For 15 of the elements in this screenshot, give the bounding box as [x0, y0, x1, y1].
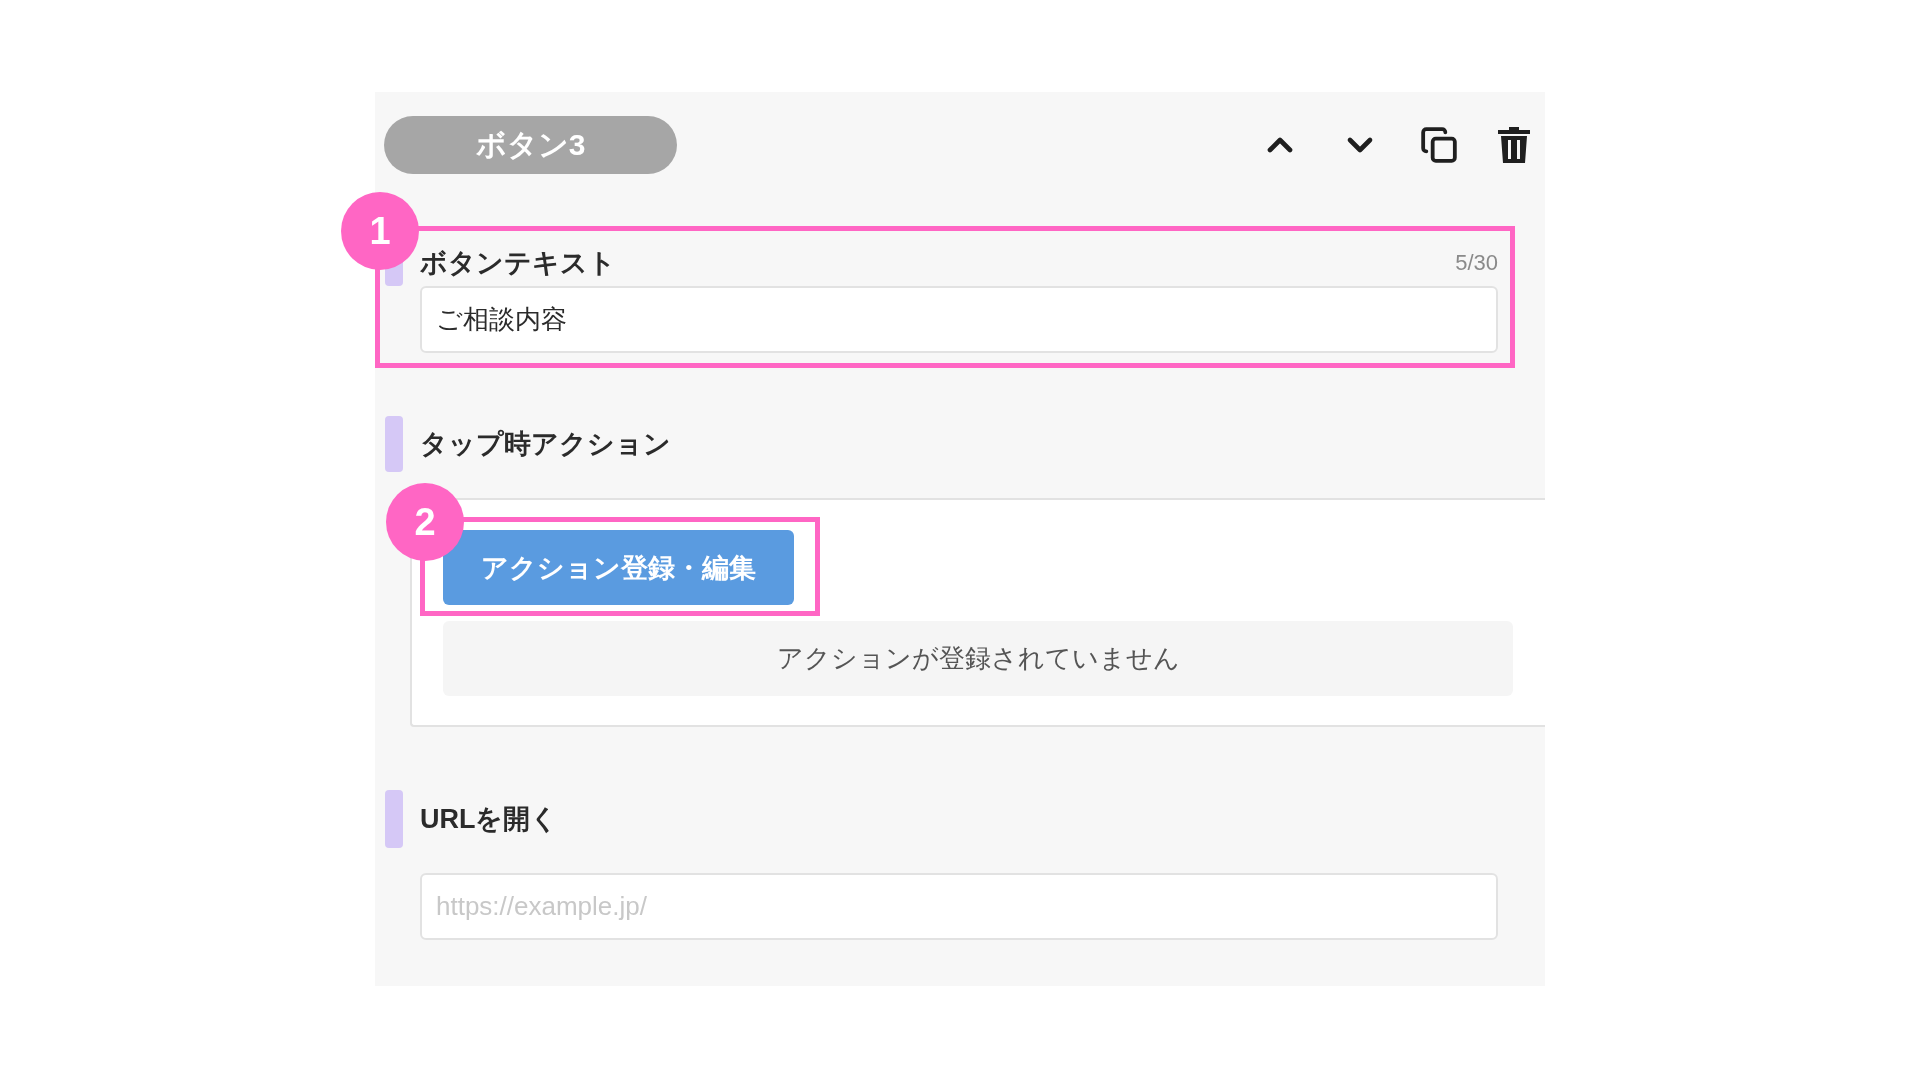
- card-title: ボタン3: [384, 116, 677, 174]
- field-label: ボタンテキスト: [420, 247, 617, 280]
- trash-icon: [1498, 127, 1530, 163]
- empty-message: アクションが登録されていません: [443, 621, 1513, 696]
- callout-badge: 2: [386, 483, 464, 561]
- section-accent: [385, 790, 403, 848]
- callout-badge: 1: [341, 192, 419, 270]
- section-label: URLを開く: [420, 803, 560, 836]
- copy-button[interactable]: [1420, 126, 1458, 164]
- delete-button[interactable]: [1498, 127, 1530, 163]
- character-counter: 5/30: [1455, 250, 1498, 276]
- copy-icon: [1420, 126, 1458, 164]
- button-text-field[interactable]: ご相談内容: [420, 286, 1498, 353]
- section-label: タップ時アクション: [420, 428, 672, 461]
- section-accent: [385, 416, 403, 472]
